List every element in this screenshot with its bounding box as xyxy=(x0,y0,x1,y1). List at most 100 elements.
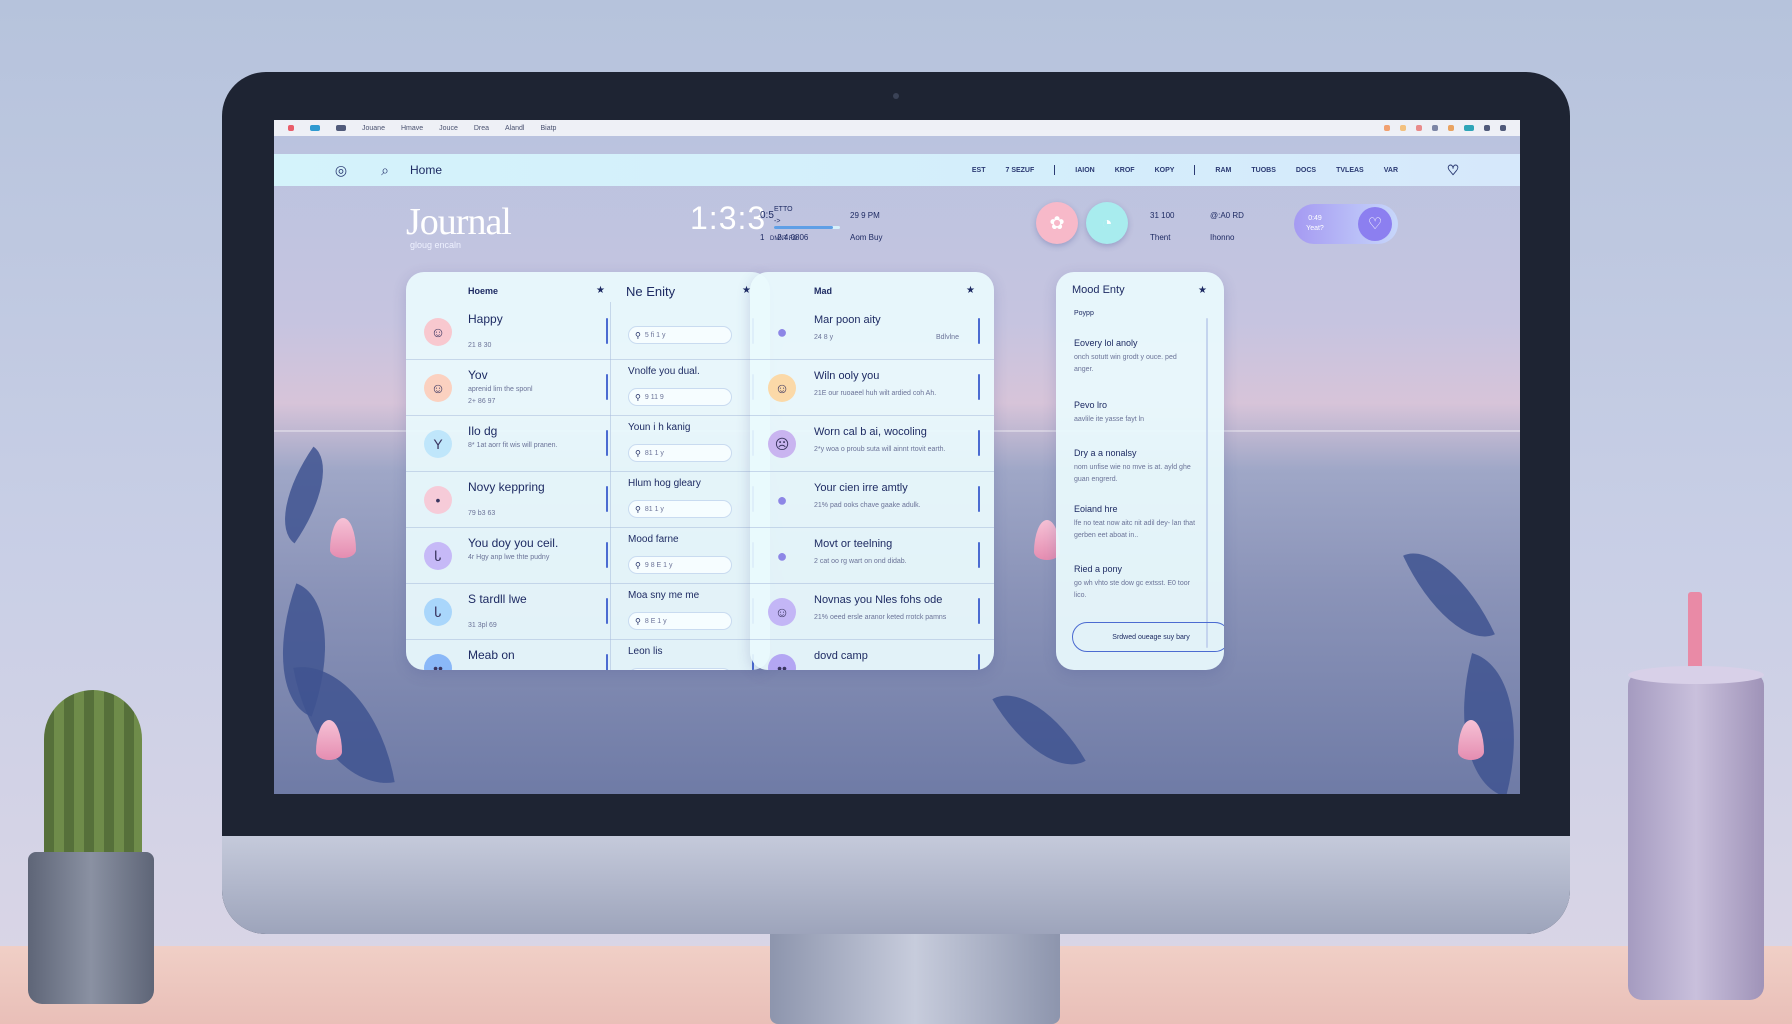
list-item[interactable]: ••dovd campFim me.⚲8 E 1 g xyxy=(750,640,994,670)
status-icon xyxy=(1484,125,1490,131)
menu-item[interactable]: Jouane xyxy=(362,125,385,132)
entry-tag-pill[interactable]: ⚲ 81 1 y xyxy=(628,444,732,462)
stat-value: 29 9 PM xyxy=(850,211,880,220)
mood-item-text: lfe no teat now aitc nit adil dey- lan t… xyxy=(1074,520,1196,539)
entry-title: Vnolfe you dual. xyxy=(628,366,700,377)
entry-meta: 21 8 30 xyxy=(468,342,492,349)
list-item[interactable]: Ꮣ You doy you ceil. 4r Hgy anp lwe thte pu… xyxy=(406,528,770,584)
row-indicator xyxy=(606,542,608,568)
column-header: Ne Enity xyxy=(626,284,676,299)
entry-title: Happy xyxy=(468,312,503,326)
status-icon xyxy=(1384,125,1390,131)
leaf-decoration xyxy=(1403,534,1495,656)
entry-title: Leon lis xyxy=(628,646,663,657)
status-icons xyxy=(1384,125,1506,131)
menu-item[interactable]: Alandl xyxy=(505,125,524,132)
list-item[interactable]: ● Mar poon aity 24 8 y Bdlvlne xyxy=(750,304,994,360)
star-icon[interactable]: ★ xyxy=(966,285,975,296)
entry-tag-pill[interactable]: ⚲12 11 y xyxy=(628,668,732,670)
list-item[interactable]: ● Your cien irre amtly 21% pad ooks chave … xyxy=(750,472,994,528)
toggle-label: 0:49 Yeat? xyxy=(1300,214,1330,234)
mood-item-title[interactable]: Pevo lro xyxy=(1074,400,1107,410)
toolbar-item[interactable]: DOCS xyxy=(1296,167,1316,174)
toolbar-item[interactable]: RAM xyxy=(1215,167,1231,174)
toolbar-item[interactable]: IAION xyxy=(1075,167,1094,174)
list-item[interactable]: Y Ilo dg 8* 1at aorr fit wis will pranen. Y… xyxy=(406,416,770,472)
list-item[interactable]: ☺ Happy 21 8 30 ⚲ 5 fi 1 y xyxy=(406,304,770,360)
entry-title: Wiln ooly you xyxy=(814,370,880,382)
mood-item-title[interactable]: Eovery lol anoly xyxy=(1074,338,1138,348)
list-item[interactable]: ☹ Worn cal b ai, wocoling 2*y woa o proub … xyxy=(750,416,994,472)
star-icon[interactable]: ★ xyxy=(1198,285,1207,296)
mood-emoji-icon: ☺ xyxy=(424,318,452,346)
toolbar-item[interactable]: EST xyxy=(972,167,986,174)
entry-tag-pill[interactable]: ⚲ 81 1 y xyxy=(628,500,732,518)
search-icon[interactable]: ⌕ xyxy=(374,159,396,181)
entry-meta: 2+ 86 97 xyxy=(468,398,496,405)
heart-icon[interactable]: ♡ xyxy=(1442,159,1464,181)
entry-tag-pill[interactable]: ⚲ 8 E 1 y xyxy=(628,612,732,630)
scrollbar[interactable] xyxy=(1206,318,1208,648)
home-link[interactable]: Home xyxy=(410,163,442,177)
star-icon[interactable]: ★ xyxy=(596,285,605,296)
menu-item[interactable]: Hmave xyxy=(401,125,423,132)
cactus-pot xyxy=(28,852,154,1004)
pin-icon: ⚲ xyxy=(635,448,641,458)
page-subtitle: gloug encaln xyxy=(410,240,462,250)
menu-item[interactable]: Biatp xyxy=(541,125,557,132)
entry-meta: 24 8 y xyxy=(814,334,834,341)
list-item[interactable]: ☺ Wiln ooly you 21E our ruoaeel huh wilt a… xyxy=(750,360,994,416)
system-menubar: Jouane Hmave Jouce Drea Alandl Biatp xyxy=(274,120,1520,136)
window-icon[interactable] xyxy=(310,125,320,131)
entry-tag-pill[interactable]: ⚲ 5 fi 1 y xyxy=(628,326,732,344)
toolbar-item[interactable]: TUOBS xyxy=(1251,167,1276,174)
mood-item-title[interactable]: Eoiand hre xyxy=(1074,504,1118,514)
entry-title: S tardll lwe xyxy=(468,592,527,606)
close-dot[interactable] xyxy=(288,125,294,131)
entry-excerpt: 2*y woa o proub suta will ainnt rtovit e… xyxy=(814,446,946,453)
stat-value: @:A0 RD xyxy=(1210,211,1244,220)
toolbar-item[interactable]: KOPY xyxy=(1155,167,1175,174)
mood-circle-button[interactable]: ✿ xyxy=(1036,202,1078,244)
status-icon xyxy=(1500,125,1506,131)
entry-excerpt: 21% oeed ersle aranor keted rrotck pamns xyxy=(814,614,947,621)
stat-bottom: Ihonno xyxy=(1210,232,1234,243)
heart-check-icon[interactable]: ♡ xyxy=(1358,207,1392,241)
entry-title: Your cien irre amtly xyxy=(814,482,908,494)
entry-tag-pill[interactable]: ⚲ 9 8 E 1 y xyxy=(628,556,732,574)
list-item[interactable]: ● Movt or teelning 2 cat oo rg wart on ond… xyxy=(750,528,994,584)
window-icon[interactable] xyxy=(336,125,346,131)
pin-icon: ⚲ xyxy=(635,616,641,626)
entry-right-meta: Bdlvlne xyxy=(936,334,959,341)
mood-circle-button[interactable]: ◔ xyxy=(1086,202,1128,244)
mood-item-title[interactable]: Dry a a nonalsy xyxy=(1074,448,1137,458)
entry-title: Youn i h kanig xyxy=(628,422,691,433)
list-item[interactable]: ☺ Yov aprenid lim the sponl 2+ 86 97 Vnolfe … xyxy=(406,360,770,416)
entry-excerpt: 21E our ruoaeel huh wilt ardied coh Ah. xyxy=(814,390,937,397)
save-mood-button[interactable]: Srdwed oueage suy bary xyxy=(1072,622,1224,652)
mood-emoji-icon: ☺ xyxy=(768,374,796,402)
row-indicator xyxy=(978,318,980,344)
toolbar-item[interactable]: TVLEAS xyxy=(1336,167,1364,174)
menu-item[interactable]: Drea xyxy=(474,125,489,132)
list-item[interactable]: ☺ Novnas you Nles fohs ode 21% oeed ersle … xyxy=(750,584,994,640)
list-item[interactable]: Ꮣ S tardll lwe 31 3pl 69 Moa sny me me ⚲ 8 E … xyxy=(406,584,770,640)
toolbar-separator xyxy=(1194,165,1196,175)
toolbar-item[interactable]: 7 SEZUF xyxy=(1005,167,1034,174)
list-item[interactable]: ••Meab on23 86 99Leon lis⚲12 11 y xyxy=(406,640,770,670)
toggle-label-line: 0:49 xyxy=(1308,215,1322,222)
status-icon xyxy=(1464,125,1474,131)
list-item[interactable]: • Novy keppring 79 b3 63 Hlum hog gleary ⚲ 81… xyxy=(406,472,770,528)
entry-tag-pill[interactable]: ⚲ 9 11 9 xyxy=(628,388,732,406)
pin-icon: ⚲ xyxy=(635,560,641,570)
target-icon[interactable]: ◎ xyxy=(330,159,352,181)
entry-title: Mar poon aity xyxy=(814,314,881,326)
mood-toggle[interactable]: 0:49 Yeat? ♡ xyxy=(1294,204,1398,244)
toolbar-item[interactable]: KROF xyxy=(1115,167,1135,174)
toolbar-item[interactable]: VAR xyxy=(1384,167,1398,174)
app-toolbar: ◎ ⌕ Home EST 7 SEZUF IAION KROF KOPY RAM… xyxy=(274,154,1520,186)
mood-emoji-icon: •• xyxy=(768,654,796,670)
menu-item[interactable]: Jouce xyxy=(439,125,458,132)
mood-item-title[interactable]: Ried a pony xyxy=(1074,564,1122,574)
column-header: Hoeme xyxy=(468,286,499,296)
